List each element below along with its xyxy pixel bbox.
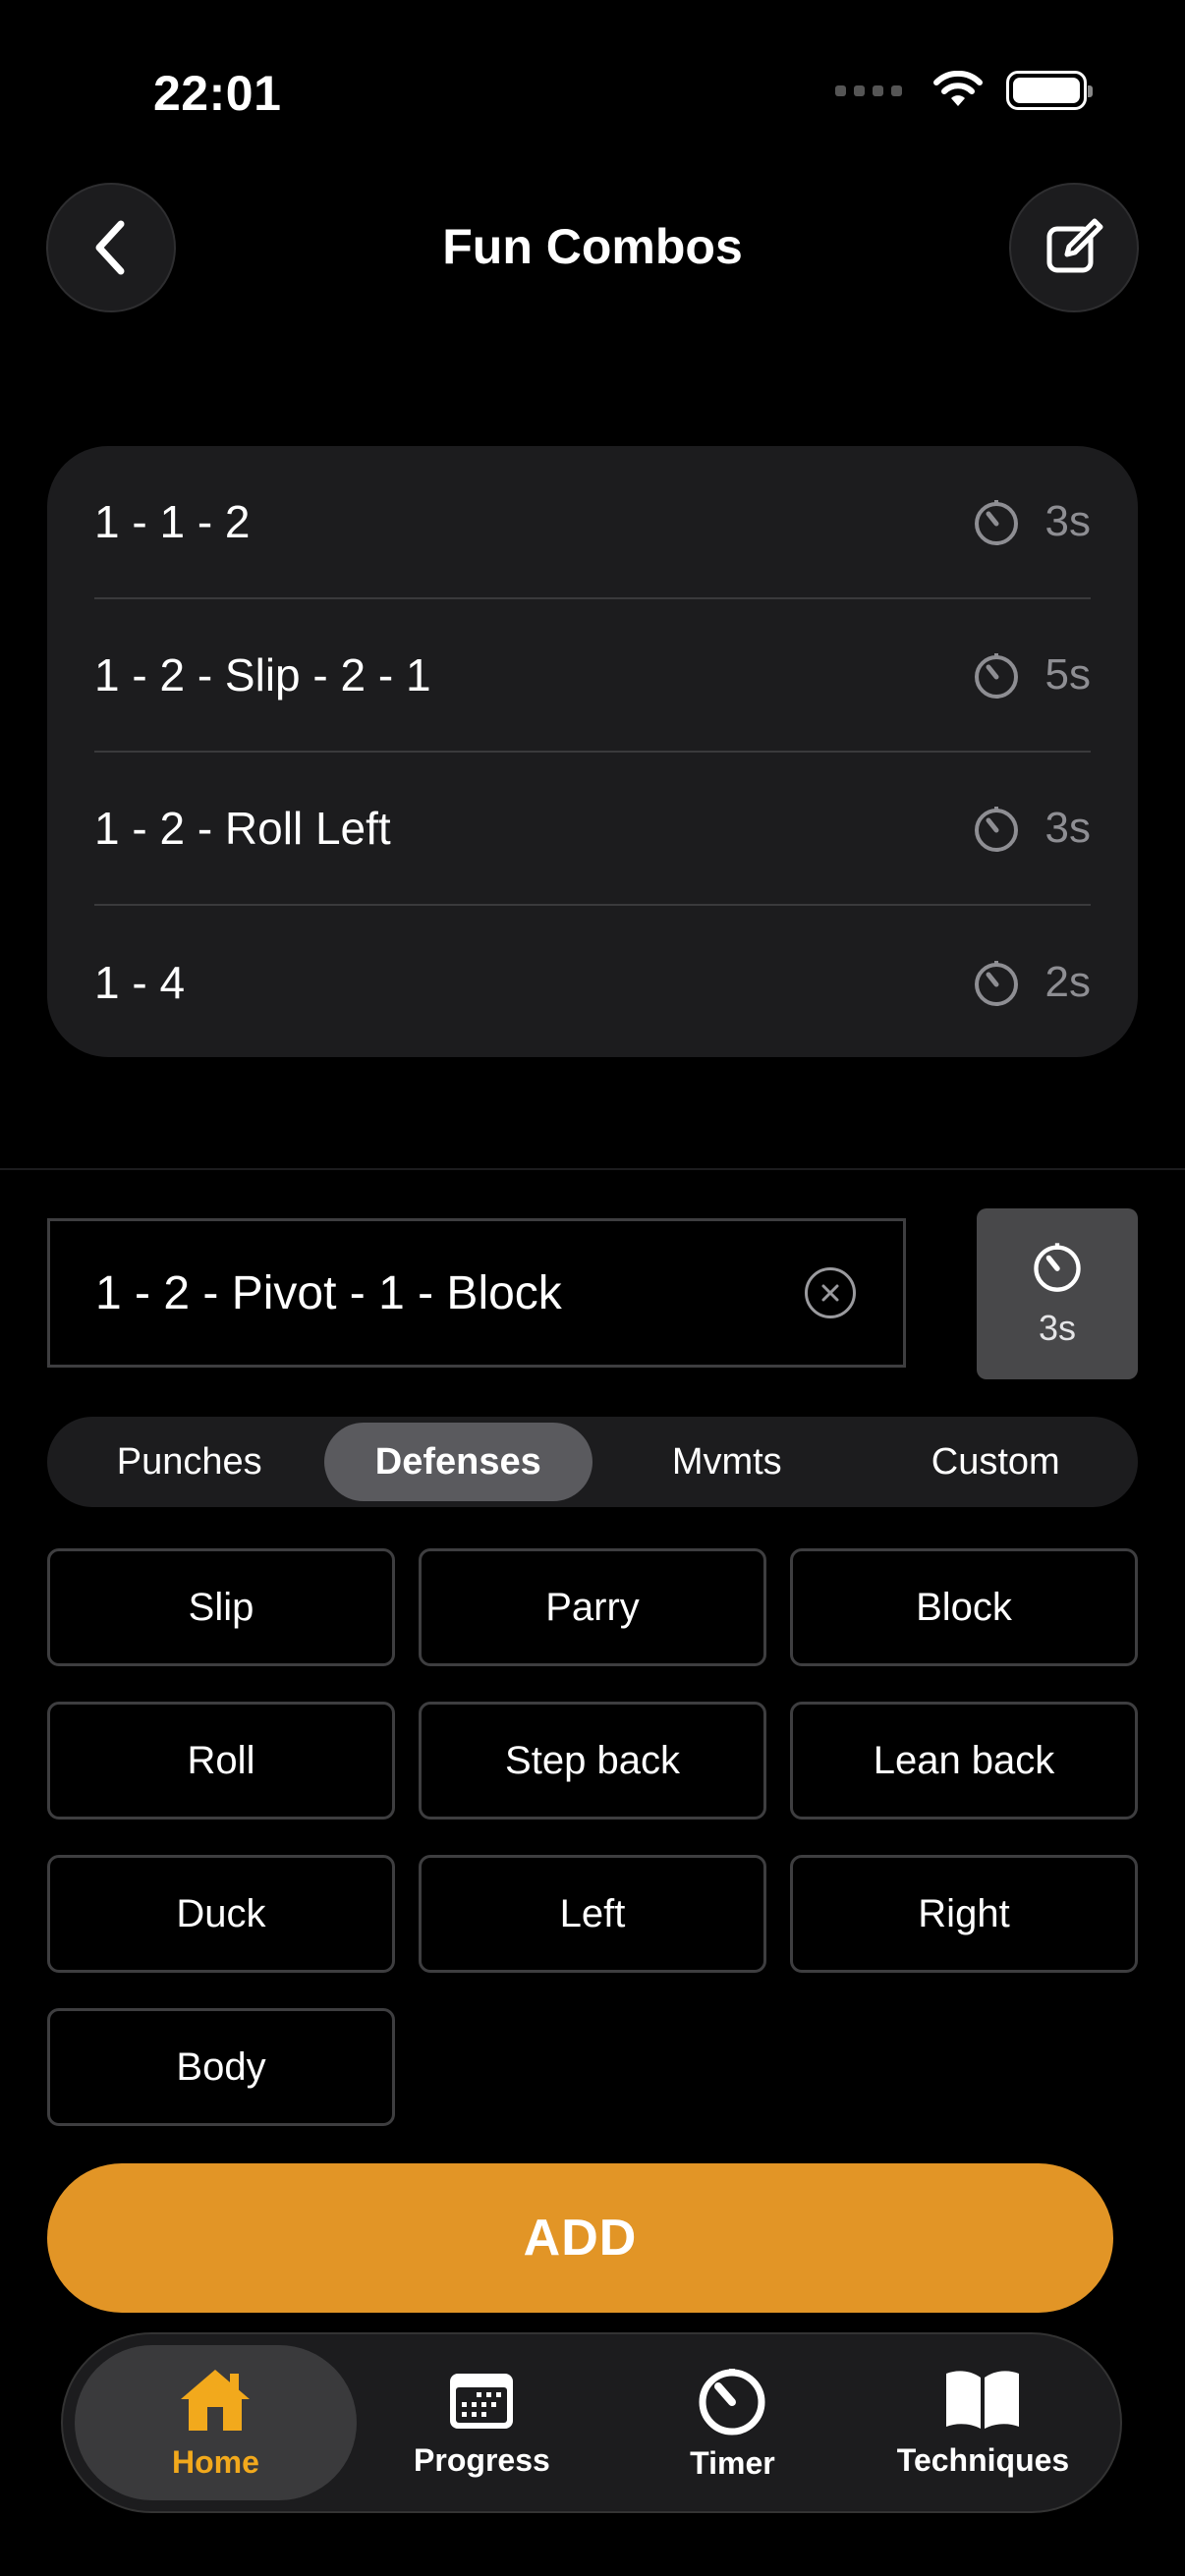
status-time: 22:01 xyxy=(153,66,282,121)
status-indicators xyxy=(835,71,1093,110)
timer-icon xyxy=(974,500,1018,545)
tab-custom[interactable]: Custom xyxy=(862,1423,1131,1501)
combo-text: 1 - 4 xyxy=(94,957,186,1008)
combo-text: 1 - 2 - Roll Left xyxy=(94,803,391,854)
combo-duration-label: 2s xyxy=(1044,958,1091,1006)
add-button[interactable]: ADD xyxy=(47,2163,1113,2313)
combo-row[interactable]: 1 - 2 - Roll Left 3s xyxy=(94,753,1091,906)
move-button-roll[interactable]: Roll xyxy=(47,1702,395,1820)
combo-duration: 5s xyxy=(971,649,1091,700)
combo-duration: 3s xyxy=(971,496,1091,547)
combo-text: 1 - 2 - Slip - 2 - 1 xyxy=(94,649,431,700)
move-button-right[interactable]: Right xyxy=(790,1855,1138,1973)
move-button-parry[interactable]: Parry xyxy=(419,1548,766,1666)
signal-dots-icon xyxy=(835,84,902,96)
wifi-icon xyxy=(933,71,983,106)
tab-bar: Home Progress Timer Techniques xyxy=(61,2332,1122,2513)
tabbar-label: Progress xyxy=(414,2441,550,2478)
combo-row[interactable]: 1 - 2 - Slip - 2 - 1 5s xyxy=(94,599,1091,753)
timer-icon xyxy=(974,961,1018,1006)
move-button-body[interactable]: Body xyxy=(47,2008,395,2126)
combo-list: 1 - 1 - 2 3s 1 - 2 - Slip - 2 - 1 5s 1 -… xyxy=(47,446,1138,1057)
timer-icon xyxy=(974,653,1018,699)
timer-icon xyxy=(974,807,1018,852)
move-button-block[interactable]: Block xyxy=(790,1548,1138,1666)
timer-icon xyxy=(1034,1243,1081,1292)
edit-icon xyxy=(1046,218,1103,273)
combo-duration: 2s xyxy=(971,957,1091,1008)
duration-value: 3s xyxy=(1038,1308,1077,1348)
tabbar-item-techniques[interactable]: Techniques xyxy=(858,2345,1108,2500)
home-icon xyxy=(181,2369,251,2431)
move-button-slip[interactable]: Slip xyxy=(47,1548,395,1666)
combo-duration: 3s xyxy=(971,803,1091,854)
battery-icon xyxy=(1006,71,1093,110)
edit-button[interactable] xyxy=(1009,183,1139,312)
tab-punches[interactable]: Punches xyxy=(55,1423,324,1501)
clear-input-button[interactable] xyxy=(805,1267,856,1318)
move-button-step-back[interactable]: Step back xyxy=(419,1702,766,1820)
tabbar-label: Techniques xyxy=(896,2441,1070,2478)
duration-picker-button[interactable]: 3s xyxy=(977,1208,1138,1379)
book-icon xyxy=(946,2370,1020,2429)
tabbar-item-home[interactable]: Home xyxy=(75,2345,357,2500)
combo-duration-label: 5s xyxy=(1044,650,1091,699)
move-button-duck[interactable]: Duck xyxy=(47,1855,395,1973)
divider xyxy=(0,1168,1185,1170)
combo-duration-label: 3s xyxy=(1044,804,1091,852)
close-icon xyxy=(821,1284,839,1302)
combo-row[interactable]: 1 - 4 2s xyxy=(94,906,1091,1059)
tab-mvmts[interactable]: Mvmts xyxy=(592,1423,862,1501)
combo-input[interactable]: 1 - 2 - Pivot - 1 - Block xyxy=(47,1218,906,1368)
combo-text: 1 - 1 - 2 xyxy=(94,496,251,547)
timer-icon xyxy=(699,2368,765,2435)
move-button-lean-back[interactable]: Lean back xyxy=(790,1702,1138,1820)
combo-duration-label: 3s xyxy=(1044,497,1091,545)
calendar-icon xyxy=(450,2373,514,2429)
tab-defenses[interactable]: Defenses xyxy=(323,1423,592,1501)
move-grid: Slip Parry Block Roll Step back Lean bac… xyxy=(47,1548,1138,2126)
page-title: Fun Combos xyxy=(442,219,743,274)
tabbar-label: Timer xyxy=(690,2444,775,2481)
tabbar-label: Home xyxy=(172,2443,259,2480)
category-tabs: Punches Defenses Mvmts Custom xyxy=(47,1417,1138,1507)
combo-input-value[interactable]: 1 - 2 - Pivot - 1 - Block xyxy=(95,1266,805,1320)
combo-row[interactable]: 1 - 1 - 2 3s xyxy=(94,446,1091,599)
tabbar-item-timer[interactable]: Timer xyxy=(607,2345,858,2500)
move-button-left[interactable]: Left xyxy=(419,1855,766,1973)
tabbar-item-progress[interactable]: Progress xyxy=(357,2345,607,2500)
